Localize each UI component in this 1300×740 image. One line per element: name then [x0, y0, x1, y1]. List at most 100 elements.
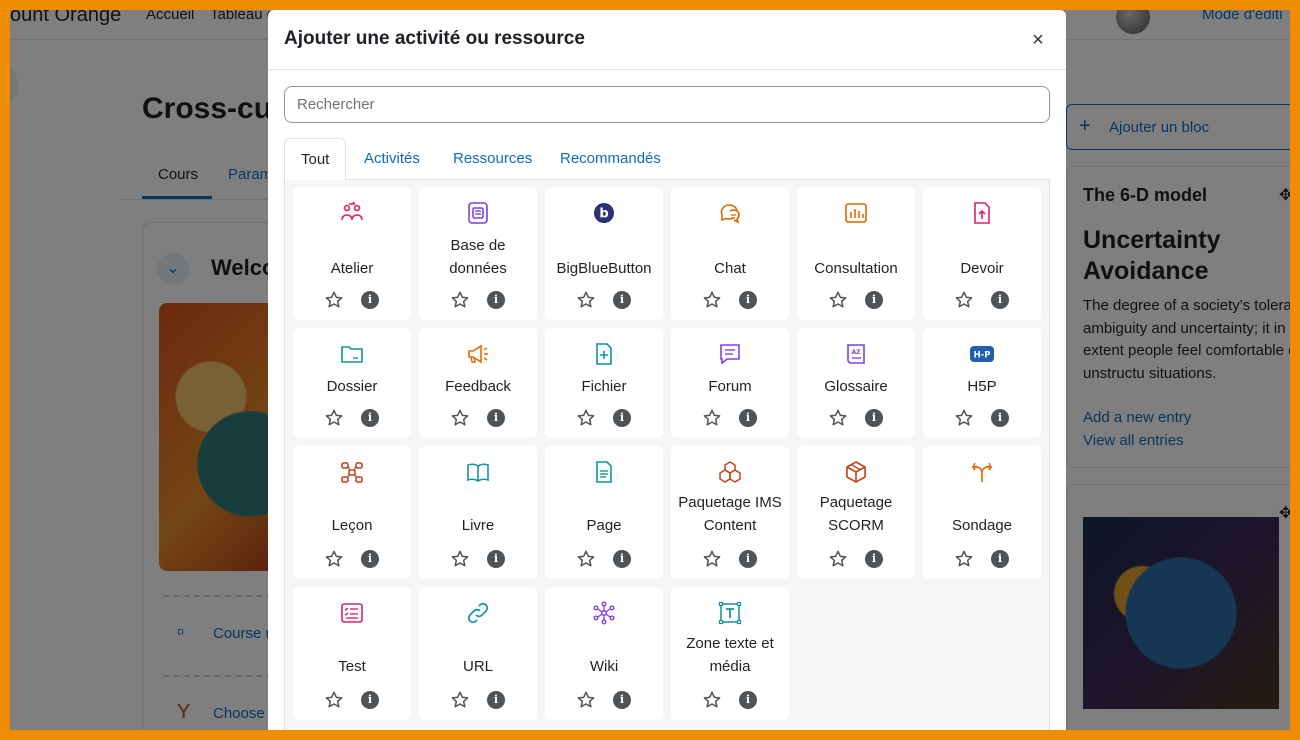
activity-card-consultation[interactable]: Consultation i — [797, 187, 915, 320]
activity-card-dossier[interactable]: Dossier i — [293, 328, 411, 438]
activity-grid: Atelier i Base de données i b BigBlueButton i C… — [284, 180, 1050, 730]
tab-activities[interactable]: Activités — [348, 138, 436, 180]
activity-card-wiki[interactable]: Wiki i — [545, 587, 663, 720]
activity-label: Zone texte et média — [686, 635, 774, 675]
activity-label: Wiki — [589, 658, 619, 675]
tab-recommended[interactable]: Recommandés — [544, 138, 677, 180]
info-icon[interactable]: i — [991, 409, 1009, 427]
activity-card-h5p[interactable]: H-P H5P i — [923, 328, 1041, 438]
activity-label: Paquetage IMS Content — [678, 494, 782, 534]
wiki-icon — [592, 601, 616, 625]
star-icon[interactable] — [450, 290, 470, 310]
activity-card-chat[interactable]: Chat i — [671, 187, 789, 320]
forum-icon — [718, 342, 742, 366]
info-icon[interactable]: i — [487, 409, 505, 427]
activity-label: Feedback — [445, 378, 511, 395]
activity-label: Forum — [708, 378, 752, 395]
chooser-tabs: Tout Activités Ressources Recommandés — [284, 138, 1050, 181]
activity-label: Atelier — [330, 260, 374, 277]
activity-card-zone-texte-et-m-dia[interactable]: Zone texte et média i — [671, 587, 789, 720]
activity-card-fichier[interactable]: Fichier i — [545, 328, 663, 438]
star-icon[interactable] — [450, 690, 470, 710]
star-icon[interactable] — [702, 290, 722, 310]
activity-label: Fichier — [581, 378, 627, 395]
file-icon — [592, 342, 616, 366]
svg-text:b: b — [599, 207, 608, 222]
star-icon[interactable] — [828, 549, 848, 569]
frame-border — [0, 0, 1300, 10]
activity-card-forum[interactable]: Forum i — [671, 328, 789, 438]
info-icon[interactable]: i — [991, 291, 1009, 309]
star-icon[interactable] — [828, 408, 848, 428]
frame-border — [0, 730, 1300, 740]
info-icon[interactable]: i — [613, 691, 631, 709]
star-icon[interactable] — [450, 408, 470, 428]
close-icon[interactable]: × — [1024, 26, 1052, 54]
frame-border — [1290, 0, 1300, 740]
star-icon[interactable] — [702, 690, 722, 710]
info-icon[interactable]: i — [991, 550, 1009, 568]
activity-label: Page — [586, 517, 622, 534]
modal-title: Ajouter une activité ou ressource — [284, 28, 585, 49]
activity-card-base-de-donn-es[interactable]: Base de données i — [419, 187, 537, 320]
activity-card-paquetage-ims-content[interactable]: Paquetage IMS Content i — [671, 446, 789, 579]
star-icon[interactable] — [324, 290, 344, 310]
info-icon[interactable]: i — [865, 291, 883, 309]
star-icon[interactable] — [702, 408, 722, 428]
star-icon[interactable] — [324, 549, 344, 569]
activity-label: Livre — [461, 517, 495, 534]
star-icon[interactable] — [324, 408, 344, 428]
star-icon[interactable] — [576, 290, 596, 310]
info-icon[interactable]: i — [361, 409, 379, 427]
info-icon[interactable]: i — [487, 691, 505, 709]
activity-label: Consultation — [814, 260, 898, 277]
info-icon[interactable]: i — [487, 291, 505, 309]
star-icon[interactable] — [576, 408, 596, 428]
activity-card-paquetage-scorm[interactable]: Paquetage SCORM i — [797, 446, 915, 579]
star-icon[interactable] — [450, 549, 470, 569]
tab-all[interactable]: Tout — [284, 138, 347, 181]
info-icon[interactable]: i — [613, 291, 631, 309]
activity-label: Leçon — [331, 517, 373, 534]
star-icon[interactable] — [576, 549, 596, 569]
activity-card-atelier[interactable]: Atelier i — [293, 187, 411, 320]
scorm-package-icon — [844, 460, 868, 484]
info-icon[interactable]: i — [739, 691, 757, 709]
info-icon[interactable]: i — [613, 550, 631, 568]
info-icon[interactable]: i — [361, 691, 379, 709]
info-icon[interactable]: i — [865, 409, 883, 427]
activity-card-livre[interactable]: Livre i — [419, 446, 537, 579]
star-icon[interactable] — [576, 690, 596, 710]
info-icon[interactable]: i — [361, 291, 379, 309]
info-icon[interactable]: i — [739, 291, 757, 309]
activity-card-url[interactable]: URL i — [419, 587, 537, 720]
star-icon[interactable] — [954, 290, 974, 310]
activity-card-le-on[interactable]: Leçon i — [293, 446, 411, 579]
star-icon[interactable] — [828, 290, 848, 310]
info-icon[interactable]: i — [739, 409, 757, 427]
star-icon[interactable] — [954, 549, 974, 569]
info-icon[interactable]: i — [865, 550, 883, 568]
ims-package-icon — [718, 460, 742, 484]
activity-card-glossaire[interactable]: AZ Glossaire i — [797, 328, 915, 438]
activity-card-page[interactable]: Page i — [545, 446, 663, 579]
activity-card-feedback[interactable]: Feedback i — [419, 328, 537, 438]
quiz-icon — [340, 601, 364, 625]
activity-card-devoir[interactable]: Devoir i — [923, 187, 1041, 320]
book-icon — [466, 460, 490, 484]
activity-card-test[interactable]: Test i — [293, 587, 411, 720]
activity-label: Glossaire — [824, 378, 888, 395]
activity-card-sondage[interactable]: Sondage i — [923, 446, 1041, 579]
info-icon[interactable]: i — [613, 409, 631, 427]
info-icon[interactable]: i — [361, 550, 379, 568]
star-icon[interactable] — [324, 690, 344, 710]
star-icon[interactable] — [954, 408, 974, 428]
search-input[interactable] — [284, 86, 1050, 123]
info-icon[interactable]: i — [739, 550, 757, 568]
info-icon[interactable]: i — [487, 550, 505, 568]
activity-label: Sondage — [951, 517, 1013, 534]
activity-label: Chat — [714, 260, 746, 277]
activity-card-bigbluebutton[interactable]: b BigBlueButton i — [545, 187, 663, 320]
tab-resources[interactable]: Ressources — [437, 138, 548, 180]
star-icon[interactable] — [702, 549, 722, 569]
